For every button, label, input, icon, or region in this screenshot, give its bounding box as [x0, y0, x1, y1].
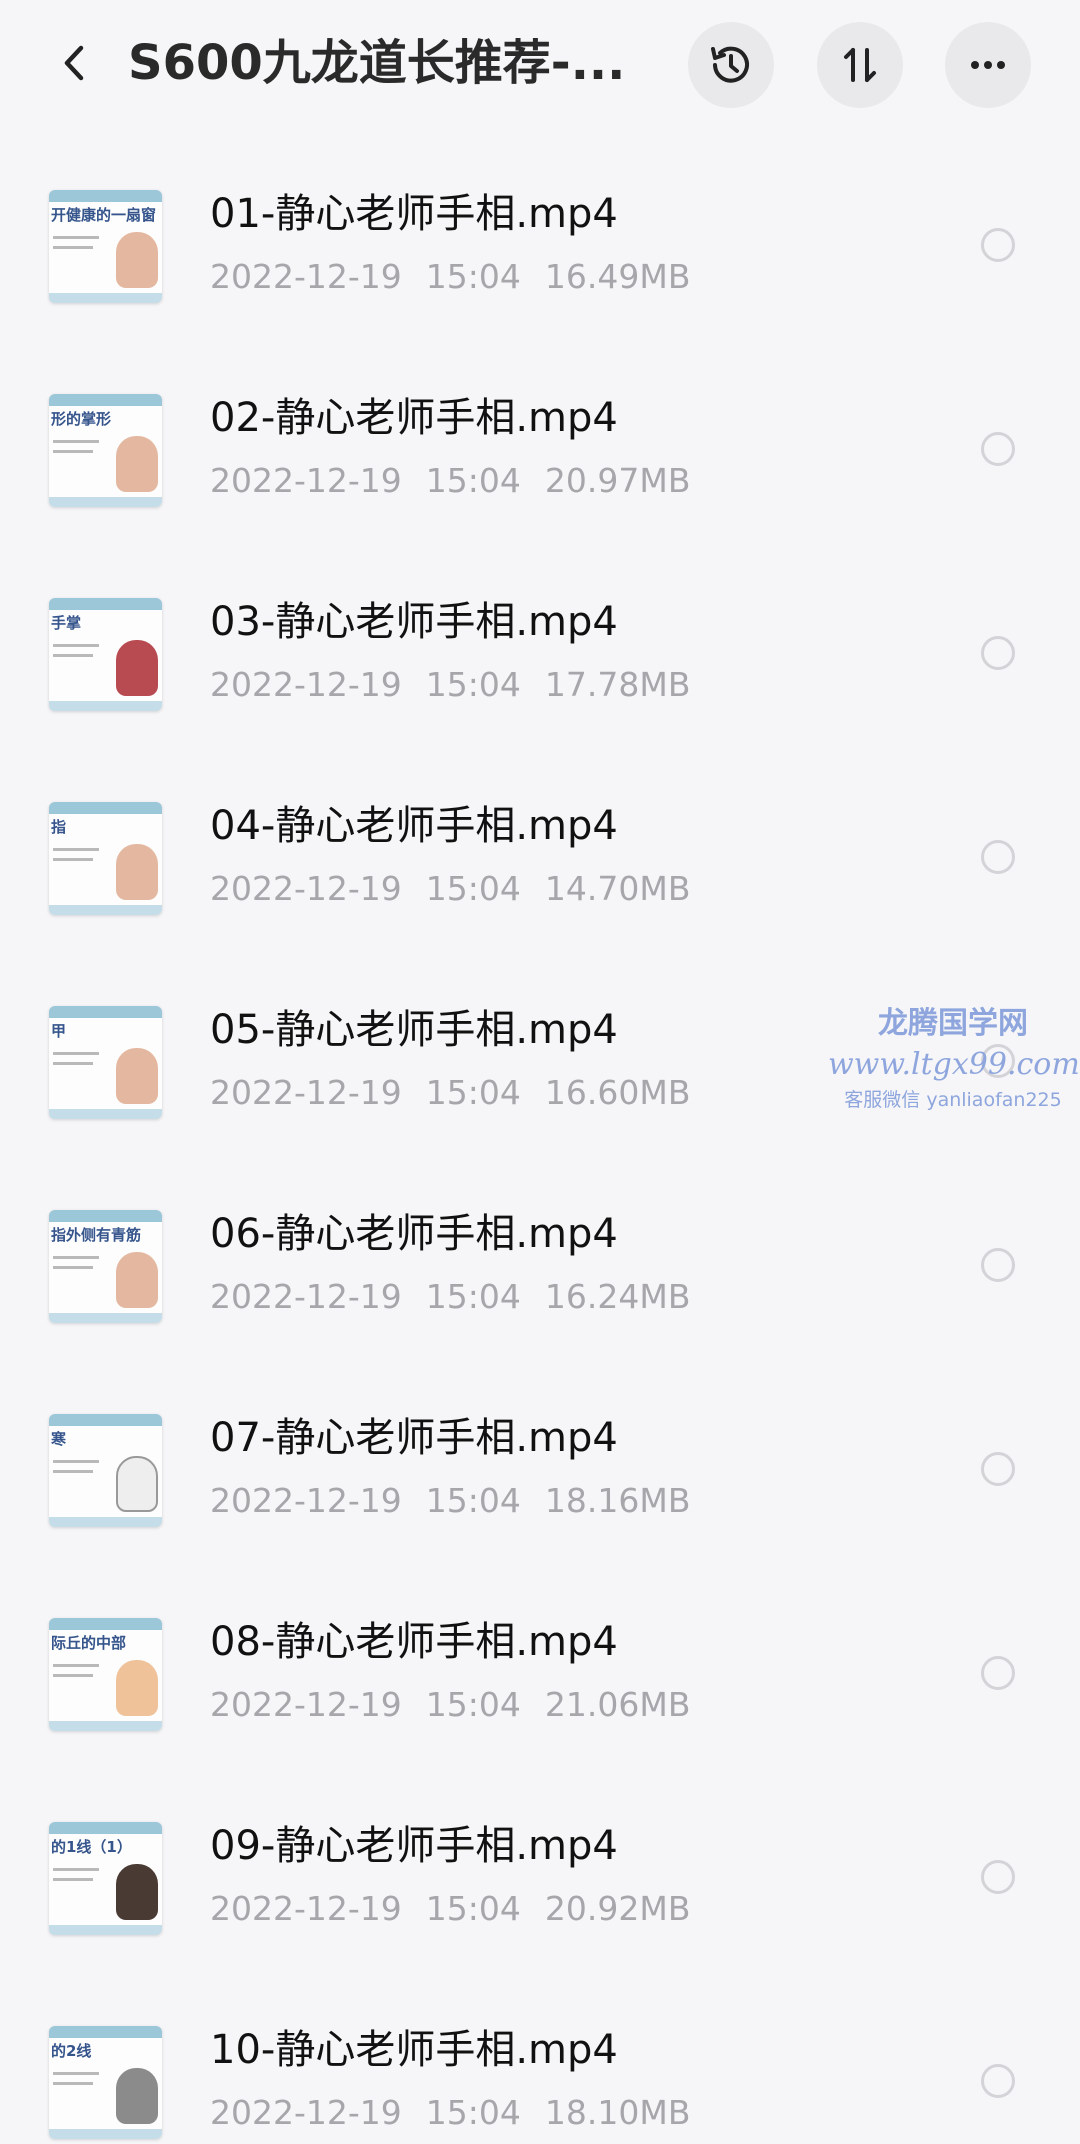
file-date: 2022-12-19 — [210, 2093, 402, 2132]
page-title: S600九龙道长推荐-... — [128, 35, 626, 91]
file-size: 20.97MB — [544, 461, 691, 500]
file-list: 开健康的一扇窗 01-静心老师手相.mp4 2022-12-19 15:04 16.… — [0, 144, 1080, 2144]
file-time: 15:04 — [425, 665, 521, 704]
sort-button[interactable] — [817, 22, 903, 108]
file-size: 17.78MB — [544, 665, 691, 704]
file-size: 21.06MB — [544, 1685, 691, 1724]
file-meta: 2022-12-19 15:04 18.10MB — [210, 2091, 714, 2135]
file-meta: 2022-12-19 15:04 21.06MB — [210, 1683, 714, 1727]
file-time: 15:04 — [425, 1889, 521, 1928]
file-row[interactable]: 指外侧有青筋 06-静心老师手相.mp4 2022-12-19 15:04 16.2… — [0, 1164, 1080, 1368]
watermark-site-name: 龙腾国学网 — [878, 1006, 1028, 1041]
file-meta: 2022-12-19 15:04 14.70MB — [210, 867, 714, 911]
select-radio[interactable] — [981, 432, 1015, 466]
watermark-contact: 客服微信 yanliaofan225 — [844, 1089, 1062, 1111]
file-meta: 2022-12-19 15:04 16.24MB — [210, 1275, 714, 1319]
file-meta: 2022-12-19 15:04 16.60MB — [210, 1071, 714, 1115]
file-name: 01-静心老师手相.mp4 — [210, 191, 618, 237]
video-thumbnail: 指外侧有青筋 — [49, 1210, 162, 1323]
file-date: 2022-12-19 — [210, 1685, 402, 1724]
file-meta: 2022-12-19 15:04 18.16MB — [210, 1479, 714, 1523]
select-radio[interactable] — [981, 840, 1015, 874]
file-date: 2022-12-19 — [210, 257, 402, 296]
file-size: 18.10MB — [544, 2093, 691, 2132]
select-radio[interactable] — [981, 1656, 1015, 1690]
file-name: 02-静心老师手相.mp4 — [210, 395, 618, 441]
file-time: 15:04 — [425, 1481, 521, 1520]
file-time: 15:04 — [425, 1073, 521, 1112]
chevron-left-icon — [64, 45, 84, 81]
file-date: 2022-12-19 — [210, 1889, 402, 1928]
file-name: 07-静心老师手相.mp4 — [210, 1415, 618, 1461]
file-meta: 2022-12-19 15:04 20.97MB — [210, 459, 714, 503]
back-button[interactable] — [45, 33, 105, 93]
file-name: 10-静心老师手相.mp4 — [210, 2027, 618, 2073]
select-radio[interactable] — [981, 228, 1015, 262]
file-name: 03-静心老师手相.mp4 — [210, 599, 618, 645]
video-thumbnail: 寒 — [49, 1414, 162, 1527]
file-row[interactable]: 指 04-静心老师手相.mp4 2022-12-19 15:04 14.70MB — [0, 756, 1080, 960]
more-options-button[interactable] — [945, 22, 1031, 108]
file-date: 2022-12-19 — [210, 869, 402, 908]
file-size: 14.70MB — [544, 869, 691, 908]
video-thumbnail: 手掌 — [49, 598, 162, 711]
file-list-screen: S600九龙道长推荐-... 开健康的一扇窗 01-静心老师手相.mp4 202… — [0, 0, 1080, 2144]
more-dots-icon — [971, 61, 1005, 69]
file-time: 15:04 — [425, 1277, 521, 1316]
file-size: 16.24MB — [544, 1277, 691, 1316]
file-row[interactable]: 开健康的一扇窗 01-静心老师手相.mp4 2022-12-19 15:04 16.… — [0, 144, 1080, 348]
file-meta: 2022-12-19 15:04 16.49MB — [210, 255, 714, 299]
select-radio[interactable] — [981, 1248, 1015, 1282]
file-row[interactable]: 的2线 10-静心老师手相.mp4 2022-12-19 15:04 18.10MB — [0, 1980, 1080, 2144]
video-thumbnail: 际丘的中部 — [49, 1618, 162, 1731]
video-thumbnail: 的1线（1） — [49, 1822, 162, 1935]
select-radio[interactable] — [981, 1860, 1015, 1894]
video-thumbnail: 形的掌形 — [49, 394, 162, 507]
file-row[interactable]: 寒 07-静心老师手相.mp4 2022-12-19 15:04 18.16MB — [0, 1368, 1080, 1572]
file-meta: 2022-12-19 15:04 17.78MB — [210, 663, 714, 707]
file-date: 2022-12-19 — [210, 1481, 402, 1520]
video-thumbnail: 甲 — [49, 1006, 162, 1119]
select-radio[interactable] — [981, 2064, 1015, 2098]
file-name: 04-静心老师手相.mp4 — [210, 803, 618, 849]
file-date: 2022-12-19 — [210, 461, 402, 500]
sort-icon — [844, 48, 876, 82]
file-row[interactable]: 手掌 03-静心老师手相.mp4 2022-12-19 15:04 17.78MB — [0, 552, 1080, 756]
file-name: 08-静心老师手相.mp4 — [210, 1619, 618, 1665]
file-row[interactable]: 形的掌形 02-静心老师手相.mp4 2022-12-19 15:04 20.97M… — [0, 348, 1080, 552]
video-thumbnail: 的2线 — [49, 2026, 162, 2139]
file-row[interactable]: 的1线（1） 09-静心老师手相.mp4 2022-12-19 15:04 20.9… — [0, 1776, 1080, 1980]
file-size: 16.60MB — [544, 1073, 691, 1112]
file-size: 16.49MB — [544, 257, 691, 296]
video-thumbnail: 指 — [49, 802, 162, 915]
file-date: 2022-12-19 — [210, 1073, 402, 1112]
video-thumbnail: 开健康的一扇窗 — [49, 190, 162, 303]
file-time: 15:04 — [425, 1685, 521, 1724]
file-name: 05-静心老师手相.mp4 — [210, 1007, 618, 1053]
file-name: 06-静心老师手相.mp4 — [210, 1211, 618, 1257]
select-radio[interactable] — [981, 636, 1015, 670]
file-time: 15:04 — [425, 869, 521, 908]
history-button[interactable] — [688, 22, 774, 108]
top-bar: S600九龙道长推荐-... — [0, 0, 1080, 130]
file-meta: 2022-12-19 15:04 20.92MB — [210, 1887, 714, 1931]
file-time: 15:04 — [425, 257, 521, 296]
watermark: 龙腾国学网 www.ltgx99.com 客服微信 yanliaofan225 — [828, 1003, 1080, 1115]
file-size: 20.92MB — [544, 1889, 691, 1928]
file-date: 2022-12-19 — [210, 1277, 402, 1316]
file-time: 15:04 — [425, 461, 521, 500]
file-date: 2022-12-19 — [210, 665, 402, 704]
history-icon — [711, 46, 749, 83]
file-size: 18.16MB — [544, 1481, 691, 1520]
watermark-url: www.ltgx99.com — [828, 1047, 1080, 1082]
file-row[interactable]: 际丘的中部 08-静心老师手相.mp4 2022-12-19 15:04 21.06… — [0, 1572, 1080, 1776]
select-radio[interactable] — [981, 1452, 1015, 1486]
file-name: 09-静心老师手相.mp4 — [210, 1823, 618, 1869]
file-time: 15:04 — [425, 2093, 521, 2132]
